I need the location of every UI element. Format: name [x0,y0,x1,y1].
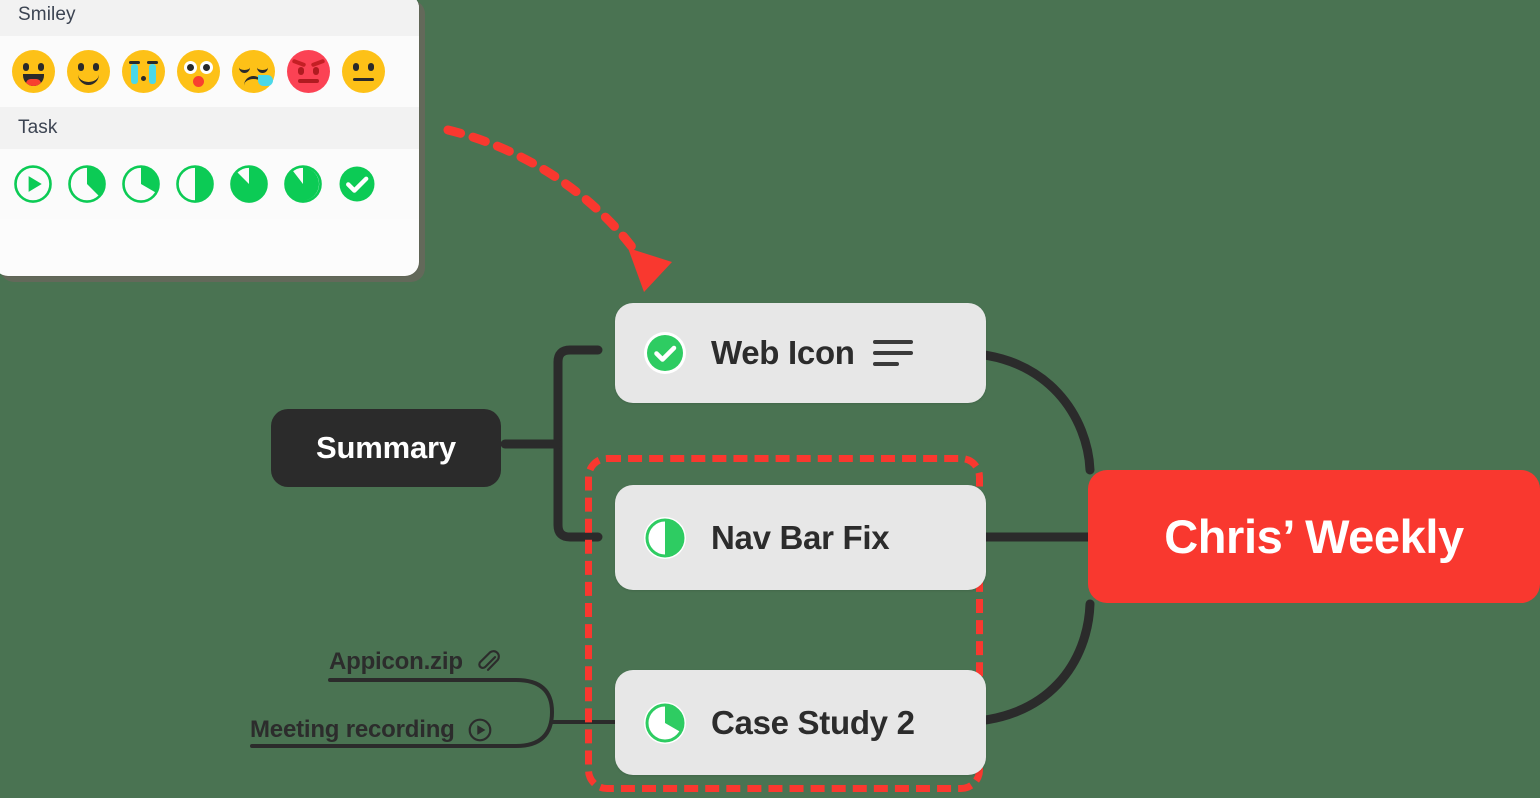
picker-row-smiley [0,36,419,107]
note-lines-icon[interactable] [872,340,913,366]
card-label: Case Study 2 [711,703,915,741]
picker-section-title-task: Task [0,107,419,149]
task-progress-12-icon[interactable] [66,163,108,205]
task-complete-icon[interactable] [336,163,378,205]
dashed-curved-arrow-head [628,248,672,292]
mindmap-canvas: Smiley Task Summary Web Icon Nav Bar Fix… [0,0,1540,798]
task-progress-62-icon[interactable] [228,163,270,205]
mindmap-root-node[interactable]: Chris’ Weekly [1088,470,1540,603]
attachment-meeting-recording[interactable]: Meeting recording [250,716,493,744]
mindmap-card-web-icon[interactable]: Web Icon [615,303,986,403]
mindmap-card-nav-bar-fix[interactable]: Nav Bar Fix [615,485,986,590]
neutral-emoji[interactable] [342,50,385,93]
paperclip-icon[interactable] [475,649,501,675]
task-progress-25-icon[interactable] [641,699,689,747]
play-circle-icon[interactable] [467,717,493,743]
grinning-emoji[interactable] [12,50,55,93]
card-label: Web Icon [711,334,855,371]
card-label: Nav Bar Fix [711,518,890,556]
picker-section-title-smiley: Smiley [0,0,419,36]
astonished-emoji[interactable] [177,50,220,93]
dashed-curved-arrow-path [443,125,645,263]
attachment-appicon-zip[interactable]: Appicon.zip [329,648,501,676]
attachment-label: Meeting recording [250,716,455,743]
task-start-icon[interactable] [12,163,54,205]
task-progress-87-icon[interactable] [282,163,324,205]
picker-row-task [0,149,419,219]
crying-emoji[interactable] [122,50,165,93]
angry-emoji[interactable] [287,50,330,93]
mindmap-card-case-study-2[interactable]: Case Study 2 [615,670,986,775]
task-progress-25-icon[interactable] [120,163,162,205]
task-progress-50-icon[interactable] [174,163,216,205]
sleepy-tear-emoji[interactable] [232,50,275,93]
summary-group-label[interactable]: Summary [271,409,501,487]
task-progress-50-icon[interactable] [641,514,689,562]
task-complete-icon[interactable] [641,329,689,377]
icon-picker-panel[interactable]: Smiley Task [0,0,419,276]
slightly-smiling-emoji[interactable] [67,50,110,93]
attachment-label: Appicon.zip [329,648,463,675]
